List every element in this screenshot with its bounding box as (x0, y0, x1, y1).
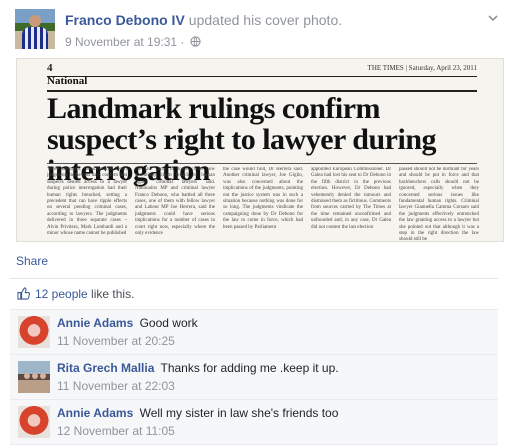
commenter-name-link[interactable]: Annie Adams (57, 316, 133, 330)
newspaper-rule (47, 76, 477, 77)
comment-text: Thanks for adding me .keep it up. (160, 361, 339, 375)
comment-item: Annie Adams Well my sister in law she's … (10, 400, 498, 445)
avatar[interactable] (18, 406, 50, 438)
commenter-name-link[interactable]: Annie Adams (57, 406, 133, 420)
newspaper-column: appointed European Commissioner. Dr Gale… (311, 167, 391, 230)
comment-text: Good work (139, 316, 198, 330)
comment-body: Annie Adams Good work (57, 316, 198, 330)
avatar[interactable] (18, 361, 50, 393)
post-header: Franco Debono IV updated his cover photo.… (15, 9, 500, 51)
comment-body: Annie Adams Well my sister in law she's … (57, 406, 338, 420)
author-avatar[interactable] (15, 9, 55, 49)
comment-item: Rita Grech Mallia Thanks for adding me .… (10, 355, 498, 400)
commenter-name-link[interactable]: Rita Grech Mallia (57, 361, 154, 375)
author-name-link[interactable]: Franco Debono IV (65, 12, 185, 28)
newspaper-column: the case would fold, Dr Herrera said. An… (223, 167, 303, 230)
comment-timestamp[interactable]: 11 November at 22:03 (57, 379, 175, 393)
post-card: Franco Debono IV updated his cover photo.… (0, 0, 506, 445)
like-thumb-icon[interactable] (17, 287, 30, 303)
likes-count-link[interactable]: 12 people (35, 287, 88, 301)
comment-timestamp[interactable]: 12 November at 11:05 (57, 424, 175, 438)
chevron-down-icon[interactable] (486, 11, 500, 25)
comments-list: Annie Adams Good work 11 November at 20:… (10, 309, 498, 445)
likes-summary: 12 people like this. (17, 287, 134, 303)
comment-text: Well my sister in law she's friends too (139, 406, 339, 420)
newspaper-rule (47, 163, 477, 164)
newspaper-column: passed should not be dormant for years a… (399, 167, 479, 242)
post-meta: 9 November at 19:31 · (65, 35, 201, 50)
comment-item: Annie Adams Good work 11 November at 20:… (10, 310, 498, 355)
share-link[interactable]: Share (16, 254, 48, 268)
meta-separator: · (180, 35, 185, 49)
comment-body: Rita Grech Mallia Thanks for adding me .… (57, 361, 339, 375)
post-title-line: Franco Debono IV updated his cover photo. (65, 12, 342, 28)
cover-photo[interactable]: 4 THE TIMES | Saturday, April 23, 2011 N… (16, 58, 504, 242)
likes-suffix: like this. (87, 287, 135, 301)
newspaper-page-number: 4 (47, 62, 53, 74)
newspaper-section: National (47, 75, 88, 87)
avatar[interactable] (18, 316, 50, 348)
newspaper-body: Three landmark Constitutional Court judg… (47, 167, 479, 242)
post-timestamp[interactable]: 9 November at 19:31 (65, 35, 177, 49)
newspaper-column: the law came in force could now potentia… (135, 167, 215, 237)
newspaper-column: Three landmark Constitutional Court judg… (47, 167, 127, 237)
divider (10, 278, 498, 279)
globe-icon[interactable] (190, 36, 201, 50)
newspaper-masthead-date: THE TIMES | Saturday, April 23, 2011 (367, 64, 477, 72)
post-action-text: updated his cover photo. (188, 12, 343, 28)
comment-timestamp[interactable]: 11 November at 20:25 (57, 334, 175, 348)
